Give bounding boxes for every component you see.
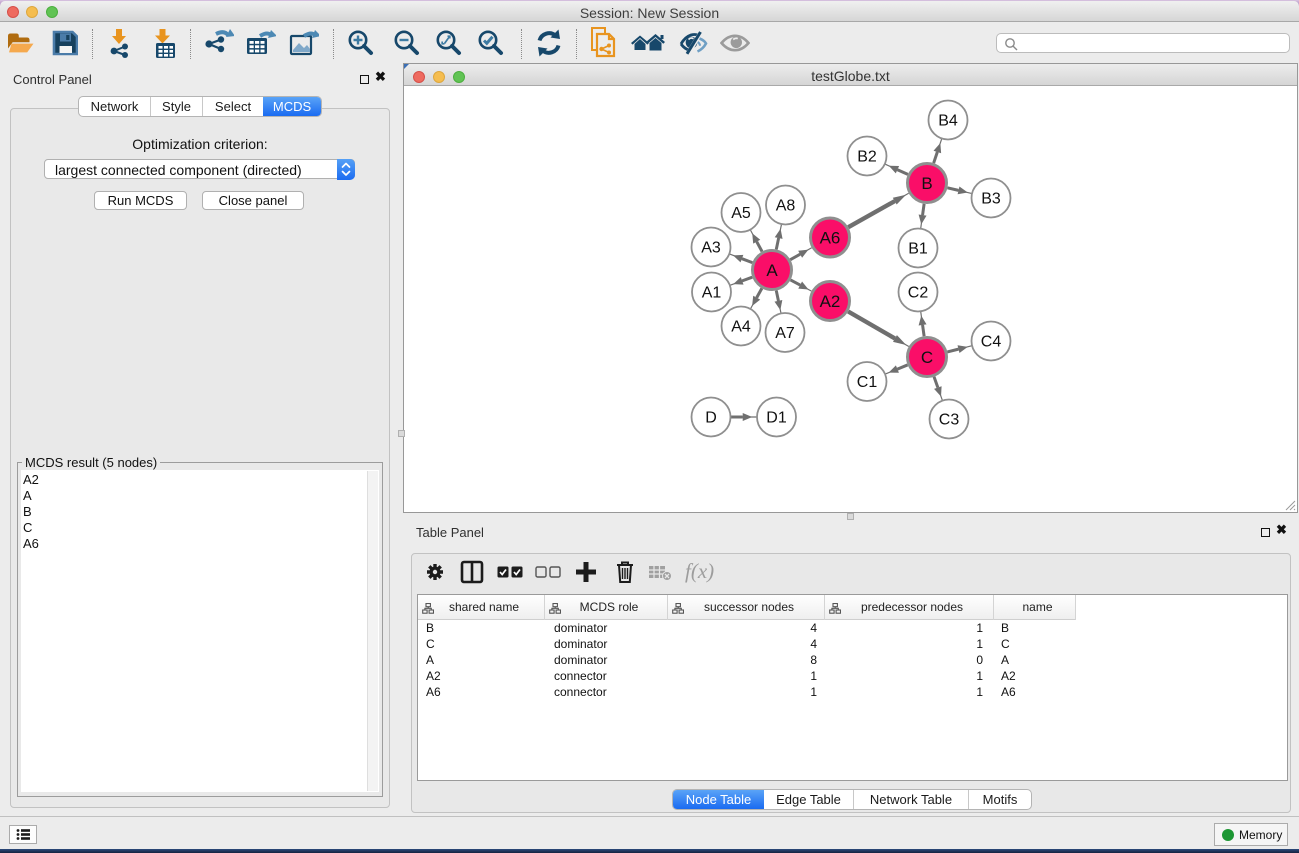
svg-text:B1: B1: [908, 241, 928, 258]
svg-text:A1: A1: [702, 285, 722, 302]
svg-text:C3: C3: [939, 412, 960, 429]
svg-text:A4: A4: [731, 319, 751, 336]
svg-text:A5: A5: [731, 205, 751, 222]
svg-text:C: C: [921, 348, 933, 367]
svg-text:D: D: [705, 410, 717, 427]
svg-text:B3: B3: [981, 191, 1001, 208]
svg-text:B2: B2: [857, 149, 877, 166]
svg-text:C4: C4: [981, 334, 1002, 351]
svg-text:B: B: [921, 174, 932, 193]
svg-text:B4: B4: [938, 113, 958, 130]
svg-text:D1: D1: [766, 410, 787, 427]
svg-text:A7: A7: [775, 325, 795, 342]
svg-text:C1: C1: [857, 374, 878, 391]
svg-text:A: A: [766, 261, 778, 280]
svg-text:A3: A3: [701, 240, 721, 257]
svg-text:A8: A8: [776, 198, 796, 215]
svg-text:A6: A6: [820, 229, 841, 248]
svg-text:C2: C2: [908, 285, 929, 302]
svg-text:A2: A2: [820, 292, 841, 311]
